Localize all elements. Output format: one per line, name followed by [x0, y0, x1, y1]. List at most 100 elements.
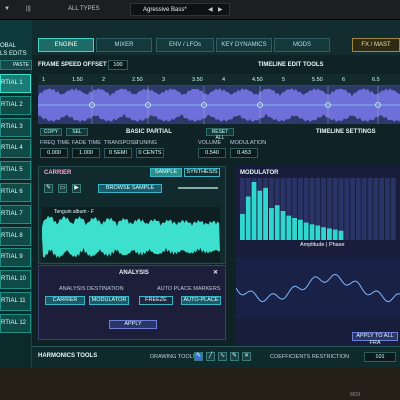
carrier-slider[interactable]	[178, 187, 218, 189]
partial-label: RTIAL 11	[1, 298, 26, 304]
partial-item[interactable]: RTIAL 4	[0, 139, 31, 159]
param-label: TRANSPOSE	[104, 140, 138, 146]
param-value[interactable]: 0.000	[40, 148, 68, 158]
tab-env-lfos[interactable]: ENV / LFOs	[156, 38, 214, 52]
param-label: MODULATION	[230, 140, 267, 146]
browse-label: BROWSE SAMPLE	[105, 185, 155, 191]
param-value[interactable]: 0 CENTS	[136, 148, 164, 158]
ruler-tick: 2.50	[132, 77, 143, 83]
ruler-tick: 5	[282, 77, 286, 83]
modulator-bar	[245, 196, 251, 240]
next-preset-icon[interactable]: ▶	[218, 6, 223, 13]
line-draw-icon[interactable]: ╱	[206, 352, 215, 361]
partial-item[interactable]: RTIAL 8	[0, 226, 31, 246]
bar-bg	[361, 178, 367, 240]
pencil-draw-icon[interactable]: ✎	[194, 352, 203, 361]
partial-item[interactable]: RTIAL 12	[0, 313, 31, 333]
param-value[interactable]: 0.453	[230, 148, 258, 158]
bar-bg	[373, 178, 379, 240]
freeze-toggle[interactable]: FREEZE	[139, 296, 173, 305]
ruler-tick: 6.5	[372, 77, 380, 83]
modulator-bar	[327, 228, 332, 240]
apply-to-all-button[interactable]: APPLY TO ALL FRA	[352, 332, 398, 346]
carrier-dest-button[interactable]: CARRIER	[45, 296, 85, 305]
modulator-btn-label: MODULATOR	[91, 297, 127, 303]
auto-place-btn-label: AUTO-PLACE	[183, 297, 219, 303]
modulator-bar	[263, 187, 268, 240]
modulator-curve[interactable]	[236, 258, 400, 318]
auto-place-button[interactable]: AUTO-PLACE	[181, 296, 221, 305]
tab-fx-master[interactable]: FX / MAST	[352, 38, 400, 52]
modulator-bar	[286, 215, 292, 240]
select-button[interactable]: SEL	[66, 128, 88, 136]
browse-sample-button[interactable]: BROWSE SAMPLE	[98, 184, 162, 193]
partial-item[interactable]: RTIAL 10	[0, 270, 31, 290]
modulator-bar	[315, 225, 321, 240]
carrier-btn-label: CARRIER	[52, 297, 78, 303]
midi-label: MIDI	[350, 392, 361, 398]
param-value[interactable]: 1.000	[72, 148, 100, 158]
coefficients-value[interactable]: 101	[364, 352, 396, 362]
partial-label: RTIAL 9	[1, 254, 23, 261]
timeline-ruler: 1 1.50 2 2.50 3 3.50 4 4.50 5 5.50 6 6.5	[38, 74, 400, 86]
partial-label: RTIAL 1	[1, 80, 23, 86]
freeze-label: FREEZE	[145, 297, 167, 303]
preset-selector[interactable]: Agressive Bass*	[130, 3, 230, 16]
analysis-panel: ANALYSIS ✕ ANALYSIS DESTINATION AUTO PLA…	[38, 265, 226, 340]
param-label: TUNING	[136, 140, 158, 146]
copy-button[interactable]: COPY	[40, 128, 62, 136]
apply-label: APPLY	[124, 321, 142, 327]
partial-item[interactable]: RTIAL 6	[0, 183, 31, 202]
partial-item[interactable]: RTIAL 11	[0, 292, 31, 311]
frame-speed-input[interactable]: 100	[108, 60, 128, 70]
tab-label: MODS	[293, 42, 311, 48]
folder-icon[interactable]: ▭	[58, 184, 67, 193]
drawing-tools-label: DRAWING TOOLS	[150, 354, 197, 360]
curve-draw-icon[interactable]: ∿	[218, 352, 227, 361]
bar-bg	[344, 178, 350, 240]
bar-bg	[338, 178, 344, 240]
timeline-edit-tools-label: TIMELINE EDIT TOOLS	[258, 62, 324, 68]
param-value[interactable]: 0 SEMI	[104, 148, 132, 158]
timeline-waveform[interactable]	[38, 86, 400, 124]
tab-mods[interactable]: MODS	[274, 38, 330, 52]
tab-mixer[interactable]: MIXER	[96, 38, 152, 52]
bar-bg	[356, 178, 361, 240]
partial-item[interactable]: RTIAL 2	[0, 95, 31, 115]
partial-item[interactable]: RTIAL 3	[0, 117, 31, 137]
partial-label: RTIAL 3	[1, 123, 23, 130]
menu-icon[interactable]: ▼	[4, 6, 10, 12]
play-icon[interactable]: ▶	[72, 184, 81, 193]
partial-item[interactable]: RTIAL 1	[0, 74, 31, 93]
brush-icon[interactable]: ✎	[230, 352, 239, 361]
type-filter[interactable]: ALL TYPES	[68, 6, 100, 12]
pencil-icon[interactable]: ✎	[44, 184, 53, 193]
timeline-settings-title: TIMELINE SETTINGS	[316, 129, 376, 135]
bars-icon[interactable]: |||	[26, 6, 31, 12]
partial-item[interactable]: RTIAL 7	[0, 204, 31, 224]
modulator-bars[interactable]	[236, 178, 400, 248]
ruler-tick: 6	[342, 77, 346, 83]
frame-speed-label: FRAME SPEED OFFSET	[38, 62, 107, 68]
param-label: VOLUME	[198, 140, 222, 146]
sample-tab[interactable]: SAMPLE	[150, 168, 182, 177]
param-label: FREQ TIME	[40, 140, 70, 146]
tab-key-dynamics[interactable]: KEY DYNAMICS	[216, 38, 272, 52]
synthesis-tab[interactable]: SYNTHESIS	[184, 168, 220, 177]
coefficients-label: COEFFICIENTS RESTRICTION	[270, 354, 350, 360]
partial-item[interactable]: RTIAL 9	[0, 248, 31, 268]
ruler-tick: 5.50	[312, 77, 323, 83]
carrier-waveform[interactable]: Tenguin album - F	[42, 207, 220, 262]
prev-preset-icon[interactable]: ◀	[208, 6, 213, 13]
paste-button[interactable]: PASTE	[0, 60, 32, 70]
reset-all-button[interactable]: RESET ALL	[206, 128, 234, 141]
partial-item[interactable]: RTIAL 5	[0, 161, 31, 181]
modulator-dest-button[interactable]: MODULATOR	[89, 296, 129, 305]
eraser-icon[interactable]: ✕	[242, 352, 251, 361]
tab-engine[interactable]: ENGINE	[38, 38, 94, 52]
tab-label: ENV / LFOs	[168, 42, 201, 48]
close-icon[interactable]: ✕	[213, 269, 218, 276]
param-value[interactable]: 0.540	[198, 148, 226, 158]
apply-button[interactable]: APPLY	[109, 320, 157, 329]
harmonics-title: HARMONICS TOOLS	[38, 353, 98, 359]
